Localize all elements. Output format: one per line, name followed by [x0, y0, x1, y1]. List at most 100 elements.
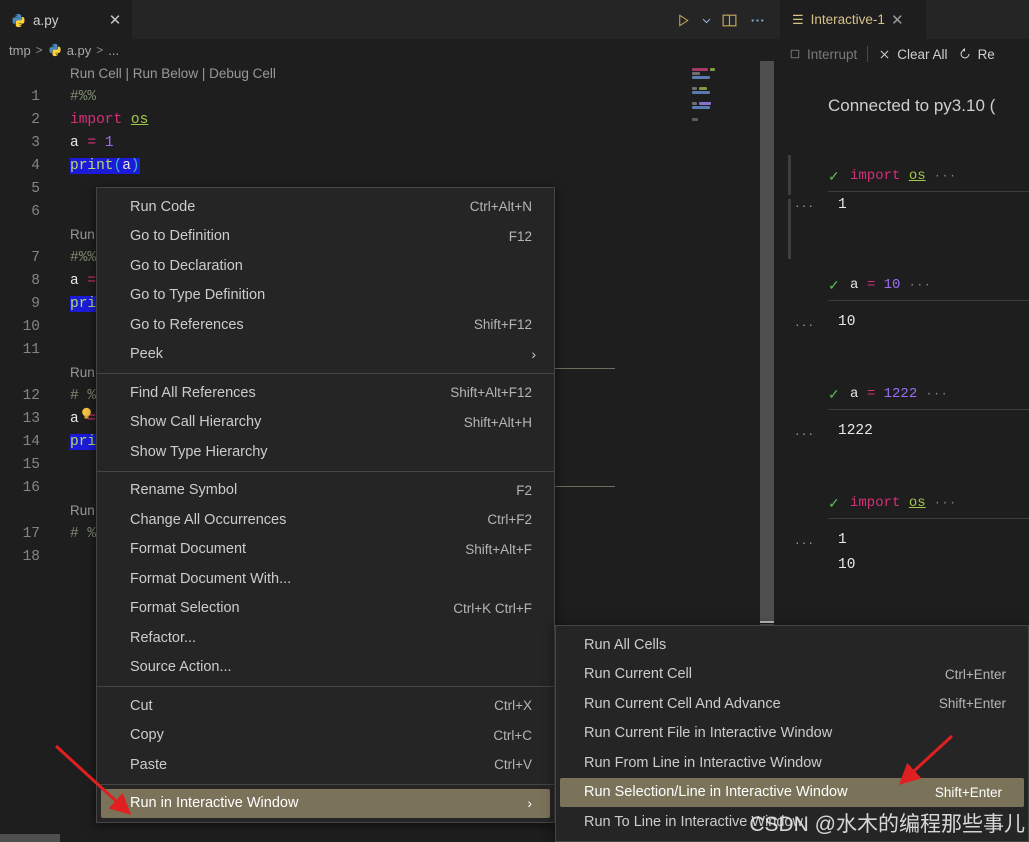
menu-item-label: Copy — [130, 727, 164, 744]
menu-item-label: Run All Cells — [584, 636, 667, 653]
line-number: 17 — [22, 526, 40, 542]
menu-item-label: Cut — [130, 697, 153, 714]
code-line-4: print(a) — [70, 158, 140, 174]
run-options-chevron[interactable] — [698, 9, 714, 31]
menu-item-label: Paste — [130, 756, 168, 773]
menu-item-keybinding: Ctrl+V — [494, 757, 532, 773]
cell-input-code[interactable]: import os ··· — [850, 495, 957, 511]
restart-icon — [960, 48, 970, 59]
line-number: 16 — [22, 480, 40, 496]
cell-output: 1 — [838, 197, 847, 213]
codelens-cell-1[interactable]: Run Cell | Run Below | Debug Cell — [70, 66, 276, 81]
cell-divider — [828, 518, 1029, 519]
cell-more-icon[interactable]: ··· — [795, 425, 815, 441]
cell-more-icon[interactable]: ··· — [795, 316, 815, 332]
cell-more-icon[interactable]: ··· — [795, 534, 815, 550]
cell-output: 10 — [838, 557, 856, 573]
clear-all-label: Clear All — [897, 46, 948, 62]
menu-item-source-action[interactable]: Source Action... — [97, 653, 554, 683]
close-icon — [880, 49, 889, 59]
menu-item-find-all-references[interactable]: Find All References Shift+Alt+F12 — [97, 378, 554, 408]
menu-item-format-document[interactable]: Format Document Shift+Alt+F — [97, 535, 554, 565]
menu-item-change-all-occurrences[interactable]: Change All Occurrences Ctrl+F2 — [97, 505, 554, 535]
code-line-8: a = — [70, 273, 97, 289]
cell-collapse-ellipsis[interactable]: ··· — [934, 171, 957, 183]
menu-item-keybinding: Shift+Alt+F12 — [450, 385, 532, 401]
menu-item-label: Format Document With... — [130, 570, 292, 587]
breadcrumb-item-file[interactable]: a.py — [67, 43, 92, 58]
interrupt-button[interactable]: Interrupt — [789, 47, 857, 62]
menu-item-label: Source Action... — [130, 659, 232, 676]
code-line-12: # % — [70, 388, 97, 404]
editor-horizontal-scrollbar[interactable] — [0, 834, 60, 842]
python-icon — [49, 43, 61, 57]
menu-item-run-in-interactive-window[interactable]: Run in Interactive Window › — [101, 788, 550, 818]
menu-item-show-call-hierarchy[interactable]: Show Call Hierarchy Shift+Alt+H — [97, 408, 554, 438]
cell-more-icon[interactable]: ··· — [795, 197, 815, 213]
menu-item-go-to-declaration[interactable]: Go to Declaration — [97, 251, 554, 281]
toolbar-divider — [867, 46, 869, 62]
editor-tab-a-py[interactable]: a.py ✕ — [0, 0, 133, 39]
cell-input-code[interactable]: a = 1222 ··· — [850, 386, 948, 402]
breadcrumb-item-more[interactable]: ... — [108, 43, 119, 58]
cell-input-code[interactable]: import os ··· — [850, 168, 957, 184]
cell-success-icon: ✓ — [828, 168, 840, 184]
editor-tab-label: a.py — [33, 12, 59, 28]
split-editor-button[interactable] — [716, 9, 742, 31]
cell-success-icon: ✓ — [828, 386, 840, 402]
menu-item-copy[interactable]: Copy Ctrl+C — [97, 721, 554, 751]
close-icon[interactable]: ✕ — [106, 13, 124, 28]
menu-item-label: Run in Interactive Window — [130, 795, 299, 812]
submenu-item-run-current-file[interactable]: Run Current File in Interactive Window — [556, 719, 1028, 749]
menu-item-go-to-type-definition[interactable]: Go to Type Definition — [97, 281, 554, 311]
kernel-connected-text: Connected to py3.10 ( — [828, 96, 996, 115]
restart-button[interactable]: Re — [958, 47, 995, 62]
submenu-item-run-current-cell-and-advance[interactable]: Run Current Cell And Advance Shift+Enter — [556, 689, 1028, 719]
submenu-item-run-all-cells[interactable]: Run All Cells — [556, 630, 1028, 660]
editor-scrollbar-thumb[interactable] — [760, 61, 774, 621]
clear-all-button[interactable]: Clear All — [878, 46, 948, 62]
submenu-item-run-current-cell[interactable]: Run Current Cell Ctrl+Enter — [556, 660, 1028, 690]
menu-item-keybinding: Ctrl+Alt+N — [469, 199, 532, 215]
run-python-file-button[interactable] — [670, 9, 696, 31]
cell-focus-bar — [788, 155, 791, 195]
menu-item-label: Go to Definition — [130, 228, 230, 245]
submenu-item-run-from-line[interactable]: Run From Line in Interactive Window — [556, 748, 1028, 778]
menu-item-label: Go to Declaration — [130, 257, 243, 274]
breadcrumb: tmp > a.py > ... — [0, 39, 780, 61]
menu-item-label: Run Code — [130, 198, 196, 215]
menu-item-cut[interactable]: Cut Ctrl+X — [97, 691, 554, 721]
cell-collapse-ellipsis[interactable]: ··· — [926, 389, 949, 401]
menu-item-format-selection[interactable]: Format Selection Ctrl+K Ctrl+F — [97, 594, 554, 624]
menu-item-label: Change All Occurrences — [130, 511, 287, 528]
menu-item-go-to-references[interactable]: Go to References Shift+F12 — [97, 310, 554, 340]
interactive-window-tab[interactable]: ☰ Interactive-1 ✕ — [780, 0, 926, 39]
menu-item-paste[interactable]: Paste Ctrl+V — [97, 750, 554, 780]
line-number: 1 — [31, 89, 40, 105]
cell-collapse-ellipsis[interactable]: ··· — [909, 280, 932, 292]
menu-item-label: Format Selection — [130, 600, 240, 617]
more-actions-button[interactable] — [744, 9, 770, 31]
cell-divider — [828, 300, 1029, 301]
menu-item-label: Run Current File in Interactive Window — [584, 725, 833, 742]
stop-square-icon — [790, 49, 800, 59]
scrollbar-marker — [760, 621, 774, 623]
submenu-item-run-selection-line[interactable]: Run Selection/Line in Interactive Window… — [560, 777, 1024, 807]
line-number: 5 — [31, 181, 40, 197]
menu-item-show-type-hierarchy[interactable]: Show Type Hierarchy — [97, 437, 554, 467]
cell-collapse-ellipsis[interactable]: ··· — [934, 498, 957, 510]
menu-item-rename-symbol[interactable]: Rename Symbol F2 — [97, 476, 554, 506]
menu-separator — [97, 686, 554, 687]
menu-item-label: Run Selection/Line in Interactive Window — [584, 784, 848, 801]
editor-context-menu[interactable]: Run Code Ctrl+Alt+N Go to Definition F12… — [96, 187, 555, 823]
menu-item-refactor[interactable]: Refactor... — [97, 623, 554, 653]
cell-input-code[interactable]: a = 10 ··· — [850, 277, 932, 293]
menu-item-run-code[interactable]: Run Code Ctrl+Alt+N — [97, 192, 554, 222]
line-number: 2 — [31, 112, 40, 128]
breadcrumb-item-tmp[interactable]: tmp — [9, 43, 31, 58]
close-icon[interactable]: ✕ — [891, 11, 904, 29]
menu-item-peek[interactable]: Peek › — [97, 340, 554, 370]
menu-item-go-to-definition[interactable]: Go to Definition F12 — [97, 222, 554, 252]
menu-item-format-document-with[interactable]: Format Document With... — [97, 564, 554, 594]
lightbulb-icon[interactable] — [79, 406, 94, 421]
